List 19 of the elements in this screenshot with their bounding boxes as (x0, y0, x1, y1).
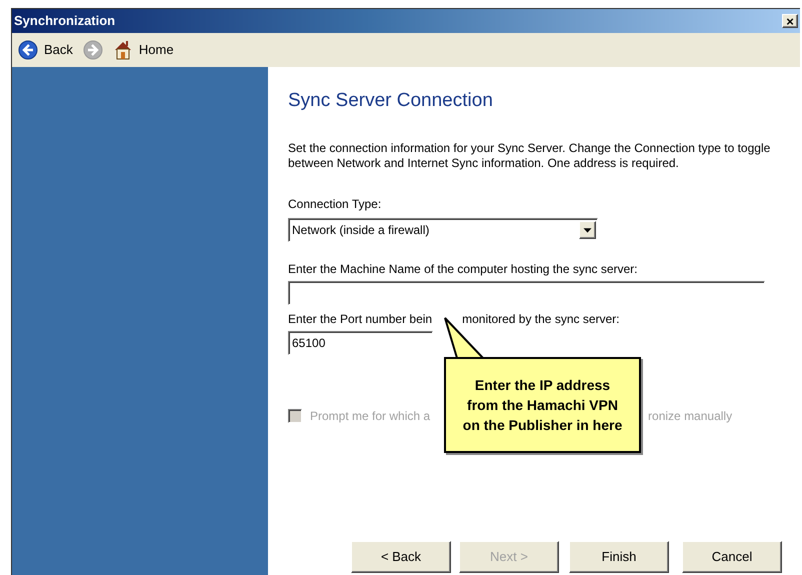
port-field[interactable]: 65100 (288, 330, 433, 355)
back-button[interactable]: Back (18, 40, 73, 60)
port-label: Enter the Port number bein (288, 310, 432, 328)
cancel-button[interactable]: Cancel (682, 541, 782, 573)
finish-button[interactable]: Finish (569, 541, 669, 573)
home-button[interactable]: Home (112, 40, 174, 60)
checkbox-label: ronize manually (648, 408, 732, 425)
machine-name-label: Enter the Machine Name of the computer hosting the sync server: (288, 260, 639, 278)
description-text: Set the connection information for your Sync Server. Change the Connection type to toggle between Network and Internet Sync information. One address is required. (288, 140, 772, 171)
window-title: Synchronization (14, 12, 116, 30)
connection-type-label: Connection Type: (288, 196, 382, 213)
close-button[interactable]: × (782, 14, 798, 28)
callout: Enter the IP address from the Hamachi VPN on the Publisher in here (444, 357, 641, 453)
back-button[interactable]: < Back (351, 541, 451, 573)
checkbox-label: Prompt me for which a (310, 408, 430, 425)
page-heading: Sync Server Connection (288, 89, 494, 113)
port-label: monitored by the sync server: (462, 310, 620, 328)
connection-type-dropdown[interactable]: Network (inside a firewall) (288, 218, 598, 242)
house-icon (112, 40, 133, 60)
